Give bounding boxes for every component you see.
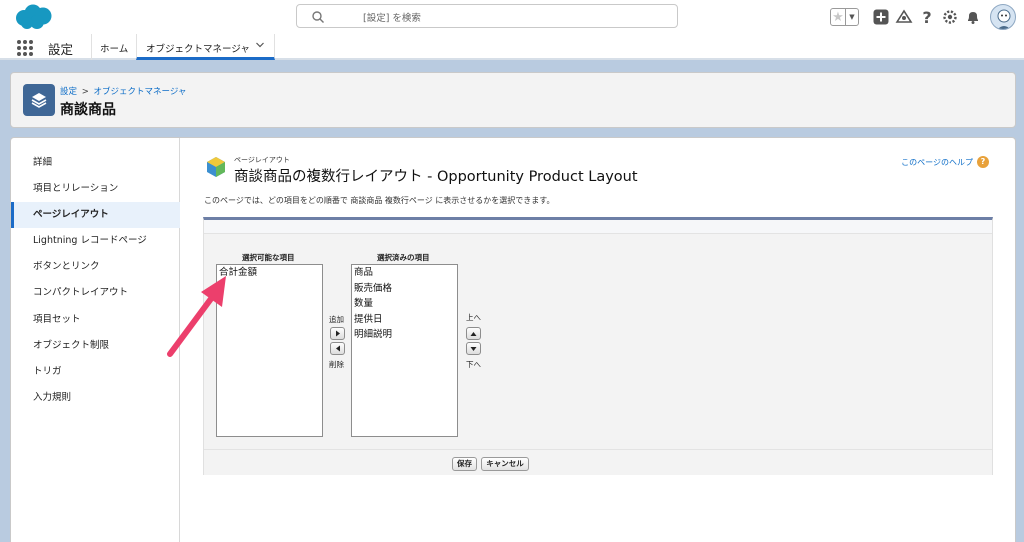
panel-top-band <box>204 220 992 234</box>
app-navigation-bar: 設定 ホーム オブジェクトマネージャ <box>0 34 1024 60</box>
selected-field-option[interactable]: 販売価格 <box>352 281 457 297</box>
breadcrumb: 設定 > オブジェクトマネージャ <box>60 85 186 97</box>
search-icon <box>312 11 324 23</box>
global-search-input[interactable]: [設定] を検索 <box>296 4 678 28</box>
sidebar-item-fields-relationships[interactable]: 項目とリレーション <box>11 176 180 202</box>
sidebar-item-details[interactable]: 詳細 <box>11 150 180 176</box>
move-down-button[interactable] <box>466 342 481 355</box>
selected-fields-listbox[interactable]: 商品 販売価格 数量 提供日 明細説明 <box>351 264 458 437</box>
arrow-left-icon <box>335 345 340 352</box>
svg-text:?: ? <box>922 8 931 26</box>
add-arrow-button[interactable] <box>330 327 345 340</box>
page-layout-icon <box>207 157 225 177</box>
tab-object-manager[interactable]: オブジェクトマネージャ <box>136 34 275 60</box>
move-up-label: 上へ <box>466 313 481 322</box>
add-label: 追加 <box>329 315 344 324</box>
remove-label: 削除 <box>329 360 344 369</box>
global-header: [設定] を検索 ★ ▼ ? <box>0 0 1024 34</box>
star-icon[interactable]: ★ <box>831 9 846 25</box>
remove-arrow-button[interactable] <box>330 342 345 355</box>
available-fields-label: 選択可能な項目 <box>242 253 295 262</box>
selected-fields-label: 選択済みの項目 <box>377 253 430 262</box>
sidebar-item-page-layouts[interactable]: ページレイアウト <box>11 202 180 228</box>
page-title: 商談商品 <box>60 102 116 118</box>
field-selection-panel: 選択可能な項目 合計金額 追加 削除 選択済みの項目 商品 販売価格 数量 提供… <box>203 217 993 475</box>
duel-list-area: 選択可能な項目 合計金額 追加 削除 選択済みの項目 商品 販売価格 数量 提供… <box>204 234 992 449</box>
selected-field-option[interactable]: 数量 <box>352 296 457 312</box>
trailhead-guidance-icon[interactable] <box>894 7 914 27</box>
layout-title: 商談商品の複数行レイアウト - Opportunity Product Layo… <box>234 169 638 185</box>
move-up-button[interactable] <box>466 327 481 340</box>
annotation-arrow-icon <box>167 276 226 357</box>
sidebar-item-validation-rules[interactable]: 入力規則 <box>11 385 180 411</box>
tab-object-manager-label: オブジェクトマネージャ <box>146 44 250 55</box>
move-down-label: 下へ <box>466 360 481 369</box>
breadcrumb-object-manager-link[interactable]: オブジェクトマネージャ <box>94 87 187 97</box>
global-actions-add-icon[interactable] <box>871 7 891 27</box>
setup-gear-icon[interactable] <box>940 7 960 27</box>
app-launcher-icon[interactable] <box>17 40 33 56</box>
selected-field-option[interactable]: 明細説明 <box>352 327 457 343</box>
notifications-bell-icon[interactable] <box>963 7 983 27</box>
help-for-page-link[interactable]: このページのヘルプ ? <box>901 156 989 168</box>
header-utility-icons: ★ ▼ ? <box>830 4 1016 30</box>
object-layers-icon <box>23 84 55 116</box>
help-question-icon[interactable]: ? <box>977 156 989 168</box>
search-placeholder: [設定] を検索 <box>363 13 421 24</box>
page-type-label: ページレイアウト <box>234 156 290 164</box>
arrow-up-icon <box>470 331 477 336</box>
object-page-header: 設定 > オブジェクトマネージャ 商談商品 <box>10 72 1016 128</box>
favorites-dropdown-icon[interactable]: ▼ <box>846 9 858 25</box>
sidebar-item-lightning-record-pages[interactable]: Lightning レコードページ <box>11 228 180 254</box>
arrow-down-icon <box>470 346 477 351</box>
layout-editor-content: ページレイアウト 商談商品の複数行レイアウト - Opportunity Pro… <box>181 138 1016 542</box>
selected-field-option[interactable]: 商品 <box>352 265 457 281</box>
salesforce-logo-icon[interactable] <box>12 3 54 31</box>
chevron-down-icon[interactable] <box>255 40 265 50</box>
breadcrumb-setup-link[interactable]: 設定 <box>60 87 77 97</box>
arrow-right-icon <box>335 330 340 337</box>
save-button[interactable]: 保存 <box>452 457 477 471</box>
button-row: 保存 キャンセル <box>204 449 992 475</box>
selected-field-option[interactable]: 提供日 <box>352 312 457 328</box>
tab-home[interactable]: ホーム <box>100 41 128 55</box>
breadcrumb-separator: > <box>81 87 89 97</box>
help-link-label[interactable]: このページのヘルプ <box>901 157 973 168</box>
user-avatar[interactable] <box>990 4 1016 30</box>
nav-divider <box>91 34 92 60</box>
page-description: このページでは、どの項目をどの順番で 商談商品 複数行ページ に表示させるかを選… <box>204 196 555 205</box>
favorites-control[interactable]: ★ ▼ <box>830 8 859 26</box>
app-name: 設定 <box>48 42 74 57</box>
cancel-button[interactable]: キャンセル <box>481 457 529 471</box>
help-icon[interactable]: ? <box>917 7 937 27</box>
